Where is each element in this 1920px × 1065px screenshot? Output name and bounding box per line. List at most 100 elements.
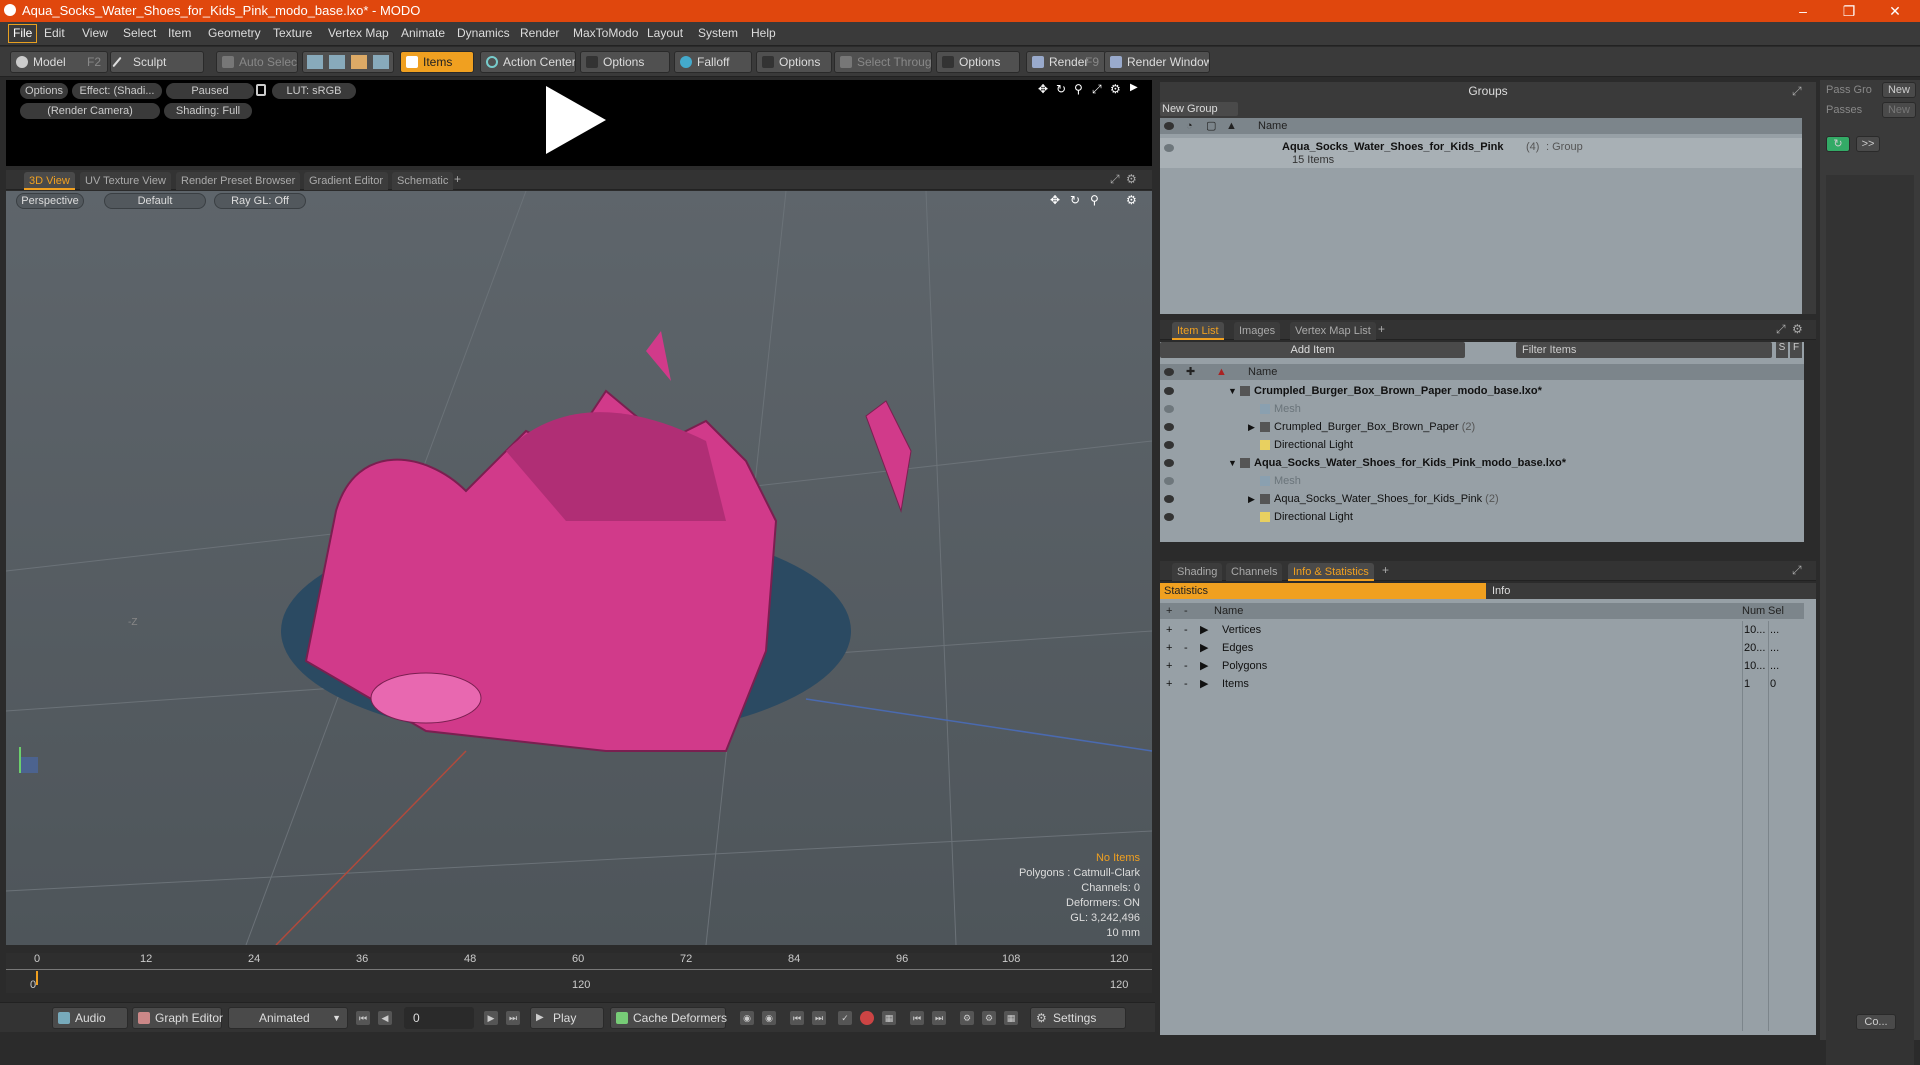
preview-options-button[interactable]: Options	[20, 83, 68, 99]
chevron-right-icon[interactable]: ▶	[1200, 639, 1208, 657]
move-icon[interactable]: ✥	[1038, 82, 1048, 96]
collapse-icon[interactable]: -	[1184, 639, 1188, 657]
visibility-icon[interactable]	[1164, 122, 1174, 130]
chevron-right-icon[interactable]: ▶	[1200, 675, 1208, 693]
menu-select[interactable]: Select	[123, 26, 156, 40]
tab-shading[interactable]: Shading	[1172, 563, 1223, 581]
rotate-icon[interactable]: ↻	[1056, 82, 1066, 96]
visibility-icon[interactable]	[1164, 495, 1174, 503]
info-tab[interactable]: Info	[1486, 583, 1816, 599]
menu-layout[interactable]: Layout	[647, 26, 683, 40]
collapse-icon[interactable]: -	[1184, 621, 1188, 639]
visibility-icon[interactable]	[1164, 423, 1174, 431]
step-back-icon[interactable]: ◀	[378, 1011, 392, 1025]
menu-view[interactable]: View	[82, 26, 108, 40]
shading-default-dropdown[interactable]: Default	[104, 193, 206, 209]
tab-3d-view[interactable]: 3D View	[24, 172, 75, 190]
skip-end-icon[interactable]: ⏭	[506, 1011, 520, 1025]
animated-dropdown[interactable]: Animated ▼	[228, 1007, 348, 1029]
playhead[interactable]	[36, 971, 38, 985]
restore-icon[interactable]: ❐	[1826, 0, 1872, 22]
expand-icon[interactable]: +	[1166, 621, 1172, 639]
raygl-dropdown[interactable]: Ray GL: Off	[214, 193, 306, 209]
render-icon[interactable]: ▲	[1216, 364, 1227, 380]
visibility-icon[interactable]	[1164, 477, 1174, 485]
tab-channels[interactable]: Channels	[1226, 563, 1283, 581]
falloff-options-button[interactable]: Options	[756, 51, 832, 73]
gear-icon[interactable]: ⚙	[1126, 193, 1137, 207]
tab-info-statistics[interactable]: Info & Statistics	[1288, 563, 1374, 581]
group-row[interactable]: Aqua_Socks_Water_Shoes_for_Kids_Pink (4)…	[1160, 138, 1802, 168]
falloff-button[interactable]: Falloff	[674, 51, 752, 73]
pass-forward-button[interactable]: >>	[1856, 136, 1880, 152]
visibility-icon[interactable]	[1164, 405, 1174, 413]
visibility-icon[interactable]	[1164, 513, 1174, 521]
item-row[interactable]: ▶ Aqua_Socks_Water_Shoes_for_Kids_Pink (2…	[1160, 490, 1804, 508]
minimize-icon[interactable]: –	[1780, 0, 1826, 22]
s-filter-button[interactable]: S	[1776, 342, 1788, 358]
new-group-button[interactable]: New Group	[1160, 102, 1238, 116]
vertices-mode-icon[interactable]	[307, 55, 323, 69]
render-toggle-icon[interactable]: ◔	[1186, 118, 1193, 134]
tab-gradient-editor[interactable]: Gradient Editor	[304, 172, 388, 190]
materials-mode-icon[interactable]	[373, 55, 389, 69]
statistics-tab[interactable]: Statistics	[1160, 583, 1486, 599]
lock-icon[interactable]	[256, 84, 266, 96]
collapse-all-icon[interactable]: -	[1184, 603, 1188, 619]
lock-icon[interactable]: ▢	[1206, 118, 1216, 134]
key-icon[interactable]: ◉	[740, 1011, 754, 1025]
maximize-icon[interactable]: ⤢	[1110, 172, 1120, 187]
next-frame-icon[interactable]: ⏭	[932, 1011, 946, 1025]
new-pass-button[interactable]: New	[1882, 102, 1916, 118]
tab-item-list[interactable]: Item List	[1172, 322, 1224, 340]
prev-frame-icon[interactable]: ⏮	[910, 1011, 924, 1025]
frame-input[interactable]: 0	[404, 1007, 474, 1029]
menu-animate[interactable]: Animate	[401, 26, 445, 40]
play-button[interactable]: ▶ Play	[530, 1007, 604, 1029]
new-pass-group-button[interactable]: New	[1882, 82, 1916, 98]
expand-icon[interactable]: +	[1166, 675, 1172, 693]
item-row[interactable]: Directional Light	[1160, 508, 1804, 526]
key-options-icon[interactable]: ▦	[882, 1011, 896, 1025]
add-tab-icon[interactable]: +	[454, 172, 461, 186]
render-button[interactable]: Render F9	[1026, 51, 1106, 73]
tab-vertex-map-list[interactable]: Vertex Map List	[1290, 322, 1376, 340]
sculpt-mode-button[interactable]: Sculpt	[110, 51, 204, 73]
action-center-button[interactable]: Action Center	[480, 51, 576, 73]
preview-lut-dropdown[interactable]: LUT: sRGB	[272, 83, 356, 99]
refresh-icon[interactable]: ↻	[1826, 136, 1850, 152]
zoom-icon[interactable]: ⚲	[1074, 82, 1083, 96]
record-icon[interactable]	[860, 1011, 874, 1025]
menu-edit[interactable]: Edit	[44, 26, 65, 40]
channel-key-icon[interactable]: ⚙	[982, 1011, 996, 1025]
chevron-right-icon[interactable]: ▶	[1248, 418, 1255, 436]
menu-item[interactable]: Item	[168, 26, 191, 40]
menu-dynamics[interactable]: Dynamics	[457, 26, 510, 40]
maximize-icon[interactable]: ⤢	[1092, 82, 1102, 97]
chevron-right-icon[interactable]: ▶	[1248, 490, 1255, 508]
close-icon[interactable]: ✕	[1872, 0, 1918, 22]
visibility-icon[interactable]	[1164, 387, 1174, 395]
render-window-button[interactable]: Render Window	[1104, 51, 1210, 73]
pan-icon[interactable]: ✥	[1050, 193, 1060, 207]
cache-deformers-button[interactable]: Cache Deformers	[610, 1007, 727, 1029]
stat-row[interactable]: + - ▶ Items 1 0	[1160, 675, 1804, 693]
step-forward-icon[interactable]: ▶	[484, 1011, 498, 1025]
f-filter-button[interactable]: F	[1790, 342, 1802, 358]
menu-maxtomodo[interactable]: MaxToModo	[573, 26, 638, 40]
select-through-options-button[interactable]: Options	[936, 51, 1020, 73]
item-row[interactable]: Directional Light	[1160, 436, 1804, 454]
maximize-icon[interactable]: ⤢	[1792, 84, 1802, 99]
tab-schematic[interactable]: Schematic	[392, 172, 454, 190]
polygons-mode-icon[interactable]	[351, 55, 367, 69]
menu-texture[interactable]: Texture	[273, 26, 312, 40]
expand-icon[interactable]: +	[1166, 657, 1172, 675]
chevron-down-icon[interactable]: ▼	[1228, 382, 1237, 400]
perspective-dropdown[interactable]: Perspective	[16, 193, 84, 209]
select-icon[interactable]: ▲	[1226, 118, 1237, 134]
tab-images[interactable]: Images	[1234, 322, 1281, 340]
expand-icon[interactable]: +	[1166, 639, 1172, 657]
timeline[interactable]: 0 12 24 36 48 60 72 84 96 108 120 0 120 …	[6, 953, 1152, 993]
channel-icon[interactable]: ⚙	[960, 1011, 974, 1025]
maximize-icon[interactable]: ⤢	[1776, 322, 1786, 337]
